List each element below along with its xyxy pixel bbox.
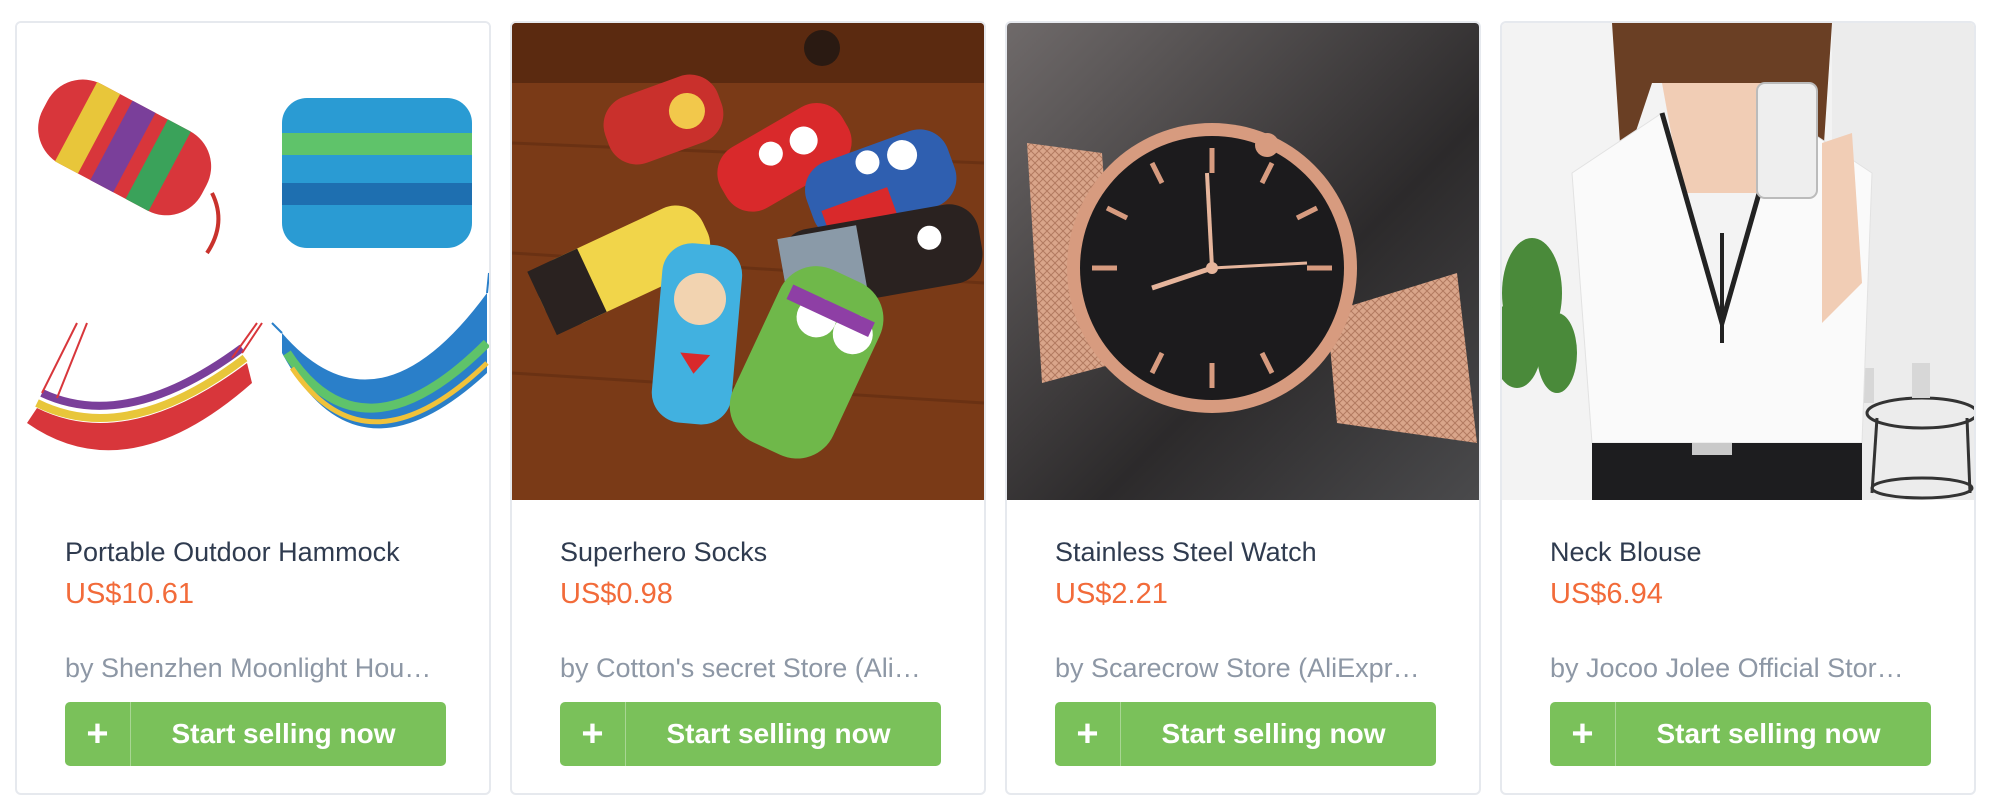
product-card[interactable]: Neck Blouse US$6.94 by Jocoo Jolee Offic…: [1500, 21, 1976, 795]
product-image[interactable]: [512, 23, 984, 500]
product-price: US$0.98: [560, 578, 673, 610]
product-image[interactable]: [1502, 23, 1974, 500]
product-price: US$2.21: [1055, 578, 1168, 610]
product-card[interactable]: Portable Outdoor Hammock US$10.61 by She…: [15, 21, 491, 795]
product-grid: Portable Outdoor Hammock US$10.61 by She…: [15, 21, 1976, 795]
start-selling-button[interactable]: + Start selling now: [1550, 702, 1931, 766]
product-title[interactable]: Superhero Socks: [560, 537, 767, 568]
start-selling-label: Start selling now: [666, 718, 891, 749]
start-selling-button[interactable]: + Start selling now: [560, 702, 941, 766]
product-title[interactable]: Stainless Steel Watch: [1055, 537, 1317, 568]
product-title[interactable]: Neck Blouse: [1550, 537, 1702, 568]
product-card[interactable]: Stainless Steel Watch US$2.21 by Scarecr…: [1005, 21, 1481, 795]
product-card[interactable]: Superhero Socks US$0.98 by Cotton's secr…: [510, 21, 986, 795]
product-seller[interactable]: by Cotton's secret Store (Ali…: [560, 653, 945, 684]
product-price: US$6.94: [1550, 578, 1663, 610]
plus-icon: +: [560, 702, 626, 766]
plus-icon: +: [1550, 702, 1616, 766]
start-selling-label: Start selling now: [171, 718, 396, 749]
start-selling-button[interactable]: + Start selling now: [1055, 702, 1436, 766]
plus-icon: +: [65, 702, 131, 766]
product-price: US$10.61: [65, 578, 194, 610]
start-selling-label: Start selling now: [1656, 718, 1881, 749]
plus-icon: +: [1055, 702, 1121, 766]
product-title[interactable]: Portable Outdoor Hammock: [65, 537, 400, 568]
product-image[interactable]: [17, 23, 489, 500]
start-selling-label: Start selling now: [1161, 718, 1386, 749]
product-seller[interactable]: by Jocoo Jolee Official Stor…: [1550, 653, 1935, 684]
product-seller[interactable]: by Scarecrow Store (AliExpr…: [1055, 653, 1440, 684]
product-image[interactable]: [1007, 23, 1479, 500]
product-seller[interactable]: by Shenzhen Moonlight Hou…: [65, 653, 450, 684]
start-selling-button[interactable]: + Start selling now: [65, 702, 446, 766]
